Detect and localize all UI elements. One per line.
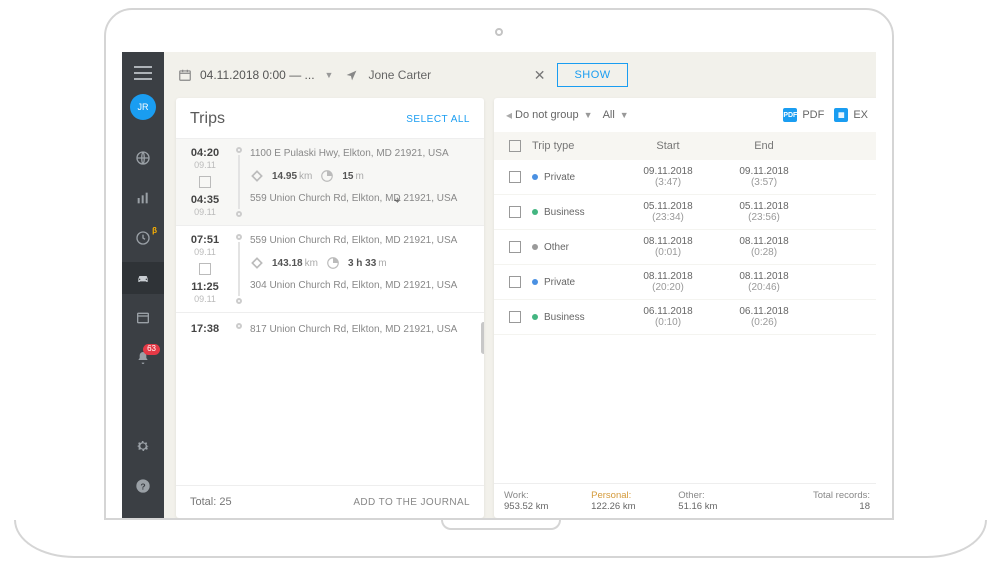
export-excel-button[interactable]: ▦ EX xyxy=(834,108,868,122)
type-dot-icon xyxy=(532,174,538,180)
globe-icon[interactable] xyxy=(122,142,164,174)
chart-icon[interactable] xyxy=(122,182,164,214)
toolbar: 04.11.2018 0:00 — ... ▼ Jone Carter ✕ SH… xyxy=(164,52,876,98)
help-icon[interactable]: ? xyxy=(122,470,164,502)
location-arrow-icon xyxy=(345,69,358,82)
trip-card[interactable]: 17:38 817 Union Church Rd, Elkton, MD 21… xyxy=(176,312,484,346)
menu-toggle-button[interactable] xyxy=(134,66,152,80)
trip-type-label: Private xyxy=(544,277,575,288)
beta-badge: β xyxy=(152,226,157,235)
select-all-button[interactable]: SELECT ALL xyxy=(406,114,470,125)
row-checkbox[interactable] xyxy=(509,241,521,253)
trip-list: 04:20 09.11 04:35 09.11 1100 E Pulaski H… xyxy=(176,138,484,485)
main-content: Trips SELECT ALL 04:20 09.11 04:35 09.11 xyxy=(164,98,876,518)
type-dot-icon xyxy=(532,244,538,250)
calendar-icon xyxy=(178,68,192,82)
camera-icon xyxy=(495,28,503,36)
trip-checkbox[interactable] xyxy=(199,176,211,188)
svg-text:?: ? xyxy=(140,481,145,491)
total-count: Total: 25 xyxy=(190,496,232,508)
trips-header: Trips SELECT ALL xyxy=(176,98,484,138)
type-dot-icon xyxy=(532,314,538,320)
app-viewport: JR β 6 xyxy=(122,52,876,518)
journal-toolbar: Do not group ▼ All ▼ PDF PDF xyxy=(494,98,876,132)
duration-icon xyxy=(326,256,340,270)
start-address: 559 Union Church Rd, Elkton, MD 21921, U… xyxy=(250,234,474,247)
table-header: Trip type Start End xyxy=(494,132,876,160)
chevron-down-icon: ▼ xyxy=(325,70,334,80)
scrollbar-thumb[interactable] xyxy=(481,322,484,354)
avatar[interactable]: JR xyxy=(130,94,156,120)
car-icon[interactable] xyxy=(122,262,164,294)
trip-type-label: Other xyxy=(544,242,569,253)
laptop-frame: JR β 6 xyxy=(0,0,1001,585)
trip-checkbox[interactable] xyxy=(199,263,211,275)
cursor-icon: ⌖ xyxy=(394,193,401,208)
trip-stats: 14.95km 15m xyxy=(250,169,474,183)
journal-panel: Do not group ▼ All ▼ PDF PDF xyxy=(494,98,876,518)
col-type[interactable]: Trip type xyxy=(532,140,620,152)
add-to-journal-button[interactable]: ADD TO THE JOURNAL xyxy=(353,497,470,508)
trips-title: Trips xyxy=(190,110,225,128)
bell-icon[interactable]: 63 xyxy=(122,342,164,374)
select-all-checkbox[interactable] xyxy=(509,140,521,152)
table-row[interactable]: Private08.11.2018(20:20)08.11.2018(20:46… xyxy=(494,265,876,300)
col-start[interactable]: Start xyxy=(620,140,716,152)
show-button[interactable]: SHOW xyxy=(557,63,627,87)
duration-icon xyxy=(320,169,334,183)
laptop-notch xyxy=(441,520,561,530)
end-address: 559 Union Church Rd, Elkton, MD 21921, U… xyxy=(250,192,474,205)
chevron-down-icon: ▼ xyxy=(584,110,593,120)
table-body: Private09.11.2018(3:47)09.11.2018(3:57)B… xyxy=(494,160,876,483)
trip-card[interactable]: 04:20 09.11 04:35 09.11 1100 E Pulaski H… xyxy=(176,138,484,225)
gear-icon[interactable] xyxy=(122,430,164,462)
trip-stats: 143.18km 3 h 33m xyxy=(250,256,474,270)
export-pdf-button[interactable]: PDF PDF xyxy=(783,108,824,122)
journal-footer: Work:953.52 km Personal:122.26 km Other:… xyxy=(494,483,876,518)
trip-card[interactable]: 07:51 09.11 11:25 09.11 559 Union Church… xyxy=(176,225,484,312)
col-end[interactable]: End xyxy=(716,140,812,152)
unit-filter-input[interactable]: Jone Carter ✕ xyxy=(345,67,545,84)
sidebar: JR β 6 xyxy=(122,52,164,518)
notification-badge: 63 xyxy=(143,344,160,355)
clear-icon[interactable]: ✕ xyxy=(534,67,546,84)
table-row[interactable]: Business06.11.2018(0:10)06.11.2018(0:26) xyxy=(494,300,876,335)
start-address: 1100 E Pulaski Hwy, Elkton, MD 21921, US… xyxy=(250,147,474,160)
type-dot-icon xyxy=(532,279,538,285)
table-row[interactable]: Private09.11.2018(3:47)09.11.2018(3:57) xyxy=(494,160,876,195)
start-address: 817 Union Church Rd, Elkton, MD 21921, U… xyxy=(250,323,474,336)
tasks-icon[interactable] xyxy=(122,302,164,334)
date-range-picker[interactable]: 04.11.2018 0:00 — ... ▼ xyxy=(178,68,333,82)
table-row[interactable]: Other08.11.2018(0:01)08.11.2018(0:28) xyxy=(494,230,876,265)
excel-icon: ▦ xyxy=(834,108,848,122)
table-row[interactable]: Business05.11.2018(23:34)05.11.2018(23:5… xyxy=(494,195,876,230)
laptop-screen: JR β 6 xyxy=(104,8,894,520)
filter-dropdown[interactable]: All ▼ xyxy=(603,109,629,121)
trip-type-label: Business xyxy=(544,207,585,218)
row-checkbox[interactable] xyxy=(509,276,521,288)
end-address: 304 Union Church Rd, Elkton, MD 21921, U… xyxy=(250,279,474,292)
chevron-down-icon: ▼ xyxy=(620,110,629,120)
distance-icon xyxy=(250,169,264,183)
type-dot-icon xyxy=(532,209,538,215)
trip-type-label: Business xyxy=(544,312,585,323)
trips-panel: Trips SELECT ALL 04:20 09.11 04:35 09.11 xyxy=(176,98,484,518)
row-checkbox[interactable] xyxy=(509,171,521,183)
trip-type-label: Private xyxy=(544,172,575,183)
row-checkbox[interactable] xyxy=(509,206,521,218)
pdf-icon: PDF xyxy=(783,108,797,122)
clock-icon[interactable]: β xyxy=(122,222,164,254)
row-checkbox[interactable] xyxy=(509,311,521,323)
distance-icon xyxy=(250,256,264,270)
trips-footer: Total: 25 ADD TO THE JOURNAL xyxy=(176,485,484,518)
group-dropdown[interactable]: Do not group ▼ xyxy=(506,108,593,122)
